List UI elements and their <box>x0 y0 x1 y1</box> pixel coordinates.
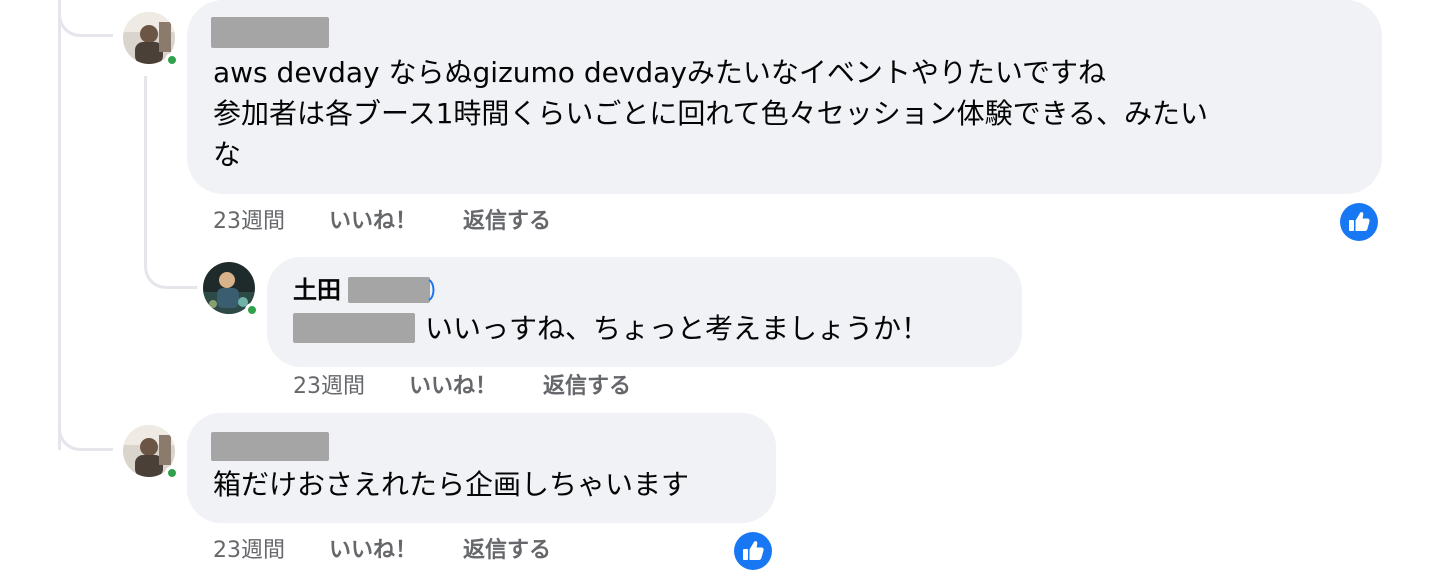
thread-line-top <box>58 0 113 37</box>
comment-actions: 23週間 いいね！ 返信する <box>213 536 613 566</box>
comment-actions: 23週間 いいね！ 返信する <box>213 207 613 237</box>
comment-text: 箱だけおさえれたら企画しちゃいます <box>213 464 689 505</box>
reply-link[interactable]: 返信する <box>463 207 551 237</box>
avatar[interactable] <box>203 262 259 317</box>
comment-text: いいっすね、ちょっと考えましょうか！ <box>425 308 929 349</box>
comment-actions: 23週間 いいね！ 返信する <box>293 372 693 402</box>
avatar[interactable] <box>123 425 179 480</box>
comment-timestamp[interactable]: 23週間 <box>213 536 285 566</box>
comment-line: 参加者は各ブース1時間くらいごとに回れて色々セッション体験できる、みたい <box>213 97 1209 130</box>
thread-line-bottom <box>58 418 113 451</box>
thread-line-main <box>58 0 61 450</box>
like-link[interactable]: いいね！ <box>329 207 417 237</box>
mention-redacted[interactable] <box>293 313 415 343</box>
thumbs-up-icon <box>1349 212 1370 231</box>
thumbs-up-icon <box>743 541 764 560</box>
online-status-dot <box>165 466 179 480</box>
author-name[interactable]: 土田 <box>293 275 341 305</box>
comment-line: いいっすね、ちょっと考えましょうか！ <box>425 312 930 345</box>
author-name-redacted[interactable] <box>348 277 430 303</box>
comment-bubble: 土田 いいっすね、ちょっと考えましょうか！ <box>267 257 1022 367</box>
author-name-redacted[interactable] <box>211 432 329 461</box>
comment-line: 箱だけおさえれたら企画しちゃいます <box>213 468 690 501</box>
like-link[interactable]: いいね！ <box>409 372 497 402</box>
like-reaction-badge[interactable] <box>734 532 772 570</box>
comment-timestamp[interactable]: 23週間 <box>213 207 285 237</box>
comment-line: な <box>213 138 242 171</box>
comment-timestamp[interactable]: 23週間 <box>293 372 365 402</box>
badge-icon <box>428 279 435 301</box>
author-name-text: 土田 <box>293 276 341 304</box>
comment-text: aws devday ならぬgizumo devdayみたいなイベントやりたいで… <box>213 52 1373 175</box>
online-status-dot <box>245 303 259 317</box>
like-reaction-badge[interactable] <box>1340 203 1378 241</box>
author-name-redacted[interactable] <box>211 17 329 48</box>
reply-link[interactable]: 返信する <box>543 372 631 402</box>
online-status-dot <box>165 53 179 67</box>
comment-line: aws devday ならぬgizumo devdayみたいなイベントやりたいで… <box>213 56 1107 89</box>
like-link[interactable]: いいね！ <box>329 536 417 566</box>
comment-bubble: 箱だけおさえれたら企画しちゃいます <box>187 413 776 523</box>
comment-bubble: aws devday ならぬgizumo devdayみたいなイベントやりたいで… <box>187 0 1382 194</box>
reply-link[interactable]: 返信する <box>463 536 551 566</box>
avatar[interactable] <box>123 12 179 67</box>
